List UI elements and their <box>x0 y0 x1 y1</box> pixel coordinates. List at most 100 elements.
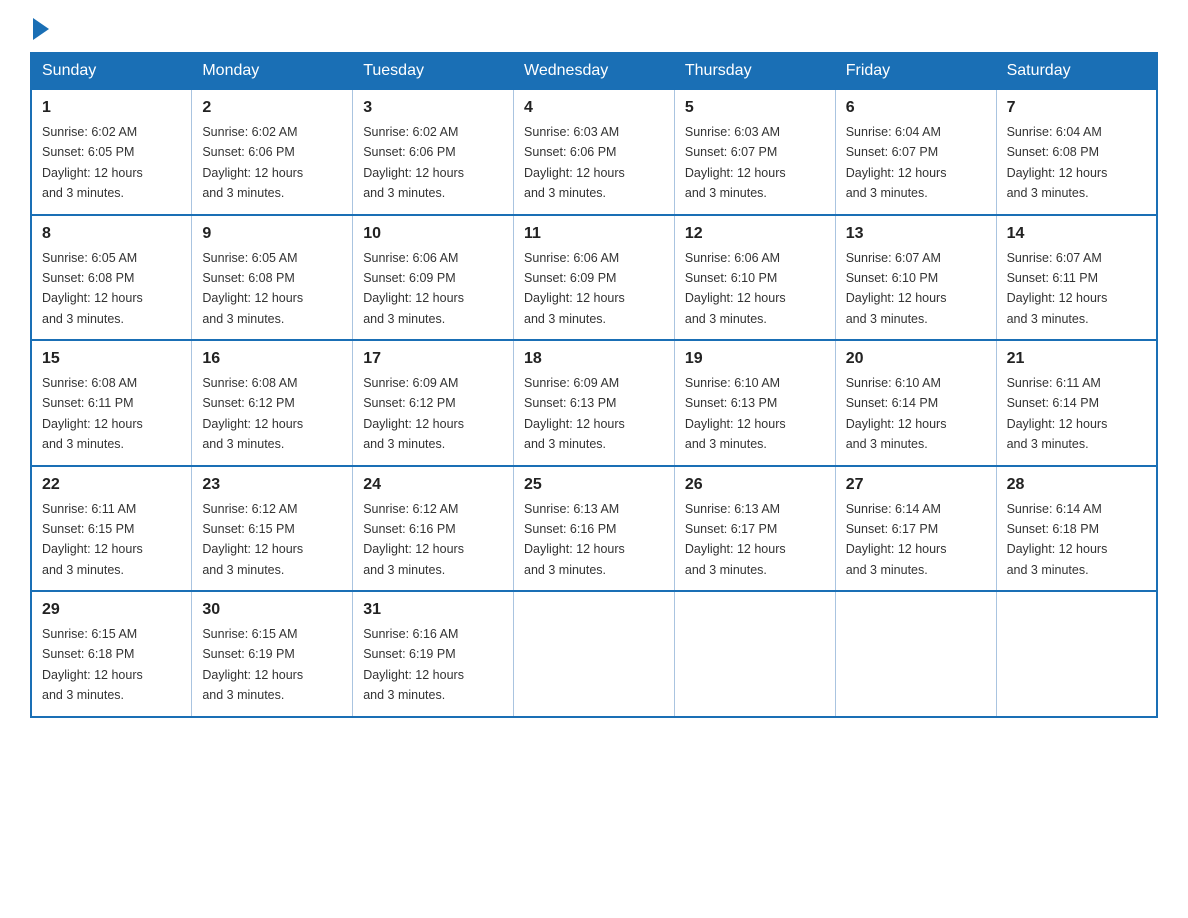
header-friday: Friday <box>835 53 996 89</box>
calendar-cell: 13 Sunrise: 6:07 AMSunset: 6:10 PMDayligh… <box>835 215 996 341</box>
header-saturday: Saturday <box>996 53 1157 89</box>
day-info: Sunrise: 6:05 AMSunset: 6:08 PMDaylight:… <box>202 251 303 326</box>
day-info: Sunrise: 6:06 AMSunset: 6:09 PMDaylight:… <box>524 251 625 326</box>
day-info: Sunrise: 6:11 AMSunset: 6:14 PMDaylight:… <box>1007 376 1108 451</box>
day-number: 27 <box>846 473 986 497</box>
calendar-cell: 27 Sunrise: 6:14 AMSunset: 6:17 PMDayligh… <box>835 466 996 592</box>
header <box>30 20 1158 36</box>
day-number: 15 <box>42 347 181 371</box>
day-info: Sunrise: 6:06 AMSunset: 6:10 PMDaylight:… <box>685 251 786 326</box>
day-number: 25 <box>524 473 664 497</box>
calendar-cell: 4Sunrise: 6:03 AMSunset: 6:06 PMDaylight… <box>514 89 675 215</box>
day-number: 20 <box>846 347 986 371</box>
calendar-cell: 12 Sunrise: 6:06 AMSunset: 6:10 PMDayligh… <box>674 215 835 341</box>
day-number: 7 <box>1007 96 1146 120</box>
day-number: 14 <box>1007 222 1146 246</box>
day-info: Sunrise: 6:06 AMSunset: 6:09 PMDaylight:… <box>363 251 464 326</box>
day-number: 19 <box>685 347 825 371</box>
day-number: 22 <box>42 473 181 497</box>
calendar-cell: 16Sunrise: 6:08 AMSunset: 6:12 PMDayligh… <box>192 340 353 466</box>
day-number: 26 <box>685 473 825 497</box>
calendar-cell <box>674 591 835 717</box>
logo-triangle-icon <box>33 18 49 40</box>
header-monday: Monday <box>192 53 353 89</box>
calendar-cell <box>514 591 675 717</box>
day-info: Sunrise: 6:02 AMSunset: 6:06 PMDaylight:… <box>363 125 464 200</box>
day-number: 2 <box>202 96 342 120</box>
calendar-table: SundayMondayTuesdayWednesdayThursdayFrid… <box>30 52 1158 718</box>
week-row-5: 29 Sunrise: 6:15 AMSunset: 6:18 PMDayligh… <box>31 591 1157 717</box>
calendar-cell: 20 Sunrise: 6:10 AMSunset: 6:14 PMDayligh… <box>835 340 996 466</box>
day-number: 18 <box>524 347 664 371</box>
day-info: Sunrise: 6:13 AMSunset: 6:16 PMDaylight:… <box>524 502 625 577</box>
day-number: 6 <box>846 96 986 120</box>
calendar-cell: 23 Sunrise: 6:12 AMSunset: 6:15 PMDayligh… <box>192 466 353 592</box>
calendar-cell: 6 Sunrise: 6:04 AMSunset: 6:07 PMDaylight… <box>835 89 996 215</box>
day-number: 3 <box>363 96 503 120</box>
day-info: Sunrise: 6:14 AMSunset: 6:18 PMDaylight:… <box>1007 502 1108 577</box>
calendar-cell: 28Sunrise: 6:14 AMSunset: 6:18 PMDayligh… <box>996 466 1157 592</box>
header-tuesday: Tuesday <box>353 53 514 89</box>
week-row-3: 15 Sunrise: 6:08 AMSunset: 6:11 PMDayligh… <box>31 340 1157 466</box>
calendar-cell: 18 Sunrise: 6:09 AMSunset: 6:13 PMDayligh… <box>514 340 675 466</box>
day-number: 24 <box>363 473 503 497</box>
day-info: Sunrise: 6:10 AMSunset: 6:14 PMDaylight:… <box>846 376 947 451</box>
day-info: Sunrise: 6:08 AMSunset: 6:11 PMDaylight:… <box>42 376 143 451</box>
day-number: 13 <box>846 222 986 246</box>
calendar-cell: 9Sunrise: 6:05 AMSunset: 6:08 PMDaylight… <box>192 215 353 341</box>
calendar-cell: 15 Sunrise: 6:08 AMSunset: 6:11 PMDayligh… <box>31 340 192 466</box>
header-thursday: Thursday <box>674 53 835 89</box>
day-info: Sunrise: 6:13 AMSunset: 6:17 PMDaylight:… <box>685 502 786 577</box>
day-number: 23 <box>202 473 342 497</box>
day-number: 29 <box>42 598 181 622</box>
week-row-2: 8 Sunrise: 6:05 AMSunset: 6:08 PMDaylight… <box>31 215 1157 341</box>
day-number: 12 <box>685 222 825 246</box>
day-number: 11 <box>524 222 664 246</box>
day-info: Sunrise: 6:12 AMSunset: 6:16 PMDaylight:… <box>363 502 464 577</box>
week-row-1: 1 Sunrise: 6:02 AMSunset: 6:05 PMDaylight… <box>31 89 1157 215</box>
header-wednesday: Wednesday <box>514 53 675 89</box>
calendar-cell: 24 Sunrise: 6:12 AMSunset: 6:16 PMDayligh… <box>353 466 514 592</box>
day-info: Sunrise: 6:11 AMSunset: 6:15 PMDaylight:… <box>42 502 143 577</box>
day-info: Sunrise: 6:02 AMSunset: 6:05 PMDaylight:… <box>42 125 143 200</box>
calendar-cell: 2 Sunrise: 6:02 AMSunset: 6:06 PMDaylight… <box>192 89 353 215</box>
day-info: Sunrise: 6:05 AMSunset: 6:08 PMDaylight:… <box>42 251 143 326</box>
calendar-cell <box>996 591 1157 717</box>
day-number: 4 <box>524 96 664 120</box>
day-info: Sunrise: 6:09 AMSunset: 6:12 PMDaylight:… <box>363 376 464 451</box>
calendar-cell: 31 Sunrise: 6:16 AMSunset: 6:19 PMDayligh… <box>353 591 514 717</box>
day-info: Sunrise: 6:04 AMSunset: 6:07 PMDaylight:… <box>846 125 947 200</box>
calendar-cell: 22 Sunrise: 6:11 AMSunset: 6:15 PMDayligh… <box>31 466 192 592</box>
calendar-cell: 10Sunrise: 6:06 AMSunset: 6:09 PMDayligh… <box>353 215 514 341</box>
calendar-cell: 26 Sunrise: 6:13 AMSunset: 6:17 PMDayligh… <box>674 466 835 592</box>
day-info: Sunrise: 6:02 AMSunset: 6:06 PMDaylight:… <box>202 125 303 200</box>
calendar-cell: 7 Sunrise: 6:04 AMSunset: 6:08 PMDaylight… <box>996 89 1157 215</box>
calendar-cell: 19 Sunrise: 6:10 AMSunset: 6:13 PMDayligh… <box>674 340 835 466</box>
day-number: 30 <box>202 598 342 622</box>
day-number: 17 <box>363 347 503 371</box>
day-info: Sunrise: 6:09 AMSunset: 6:13 PMDaylight:… <box>524 376 625 451</box>
day-number: 21 <box>1007 347 1146 371</box>
day-number: 1 <box>42 96 181 120</box>
day-info: Sunrise: 6:10 AMSunset: 6:13 PMDaylight:… <box>685 376 786 451</box>
calendar-cell: 5Sunrise: 6:03 AMSunset: 6:07 PMDaylight… <box>674 89 835 215</box>
day-info: Sunrise: 6:15 AMSunset: 6:19 PMDaylight:… <box>202 627 303 702</box>
day-info: Sunrise: 6:12 AMSunset: 6:15 PMDaylight:… <box>202 502 303 577</box>
day-info: Sunrise: 6:04 AMSunset: 6:08 PMDaylight:… <box>1007 125 1108 200</box>
calendar-cell: 11 Sunrise: 6:06 AMSunset: 6:09 PMDayligh… <box>514 215 675 341</box>
day-number: 31 <box>363 598 503 622</box>
calendar-cell: 8 Sunrise: 6:05 AMSunset: 6:08 PMDaylight… <box>31 215 192 341</box>
day-info: Sunrise: 6:16 AMSunset: 6:19 PMDaylight:… <box>363 627 464 702</box>
calendar-cell: 1 Sunrise: 6:02 AMSunset: 6:05 PMDaylight… <box>31 89 192 215</box>
calendar-header-row: SundayMondayTuesdayWednesdayThursdayFrid… <box>31 53 1157 89</box>
calendar-cell: 3 Sunrise: 6:02 AMSunset: 6:06 PMDaylight… <box>353 89 514 215</box>
day-info: Sunrise: 6:15 AMSunset: 6:18 PMDaylight:… <box>42 627 143 702</box>
day-info: Sunrise: 6:14 AMSunset: 6:17 PMDaylight:… <box>846 502 947 577</box>
calendar-cell <box>835 591 996 717</box>
day-number: 8 <box>42 222 181 246</box>
header-sunday: Sunday <box>31 53 192 89</box>
day-number: 5 <box>685 96 825 120</box>
day-info: Sunrise: 6:07 AMSunset: 6:10 PMDaylight:… <box>846 251 947 326</box>
week-row-4: 22 Sunrise: 6:11 AMSunset: 6:15 PMDayligh… <box>31 466 1157 592</box>
calendar-cell: 17 Sunrise: 6:09 AMSunset: 6:12 PMDayligh… <box>353 340 514 466</box>
